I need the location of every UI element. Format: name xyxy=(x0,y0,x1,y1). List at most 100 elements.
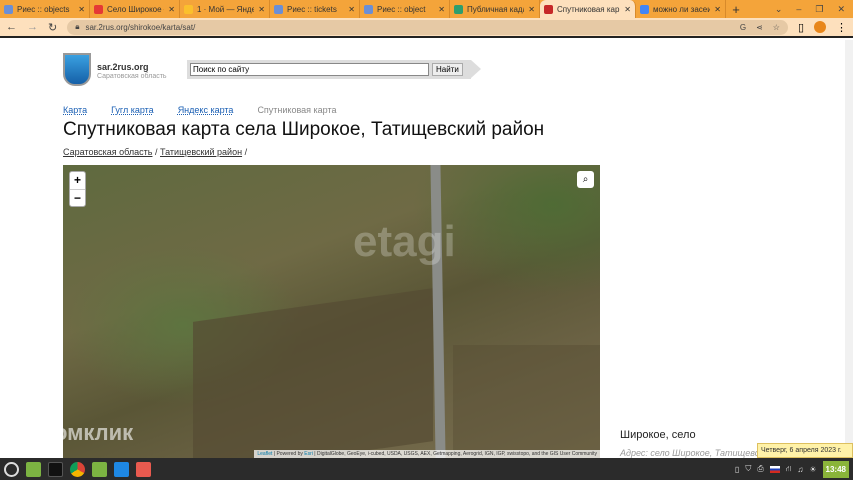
tab-favicon-icon xyxy=(454,4,463,14)
forward-icon[interactable]: → xyxy=(27,21,38,33)
tab-search-icon[interactable]: ⌄ xyxy=(775,4,783,15)
back-icon[interactable]: ← xyxy=(6,21,17,33)
site-name[interactable]: sar.2rus.org xyxy=(97,62,149,72)
browser-tab[interactable]: 1 · Мой — Яндекс ✕ xyxy=(180,0,270,18)
site-region: Саратовская область xyxy=(97,73,167,80)
tab-favicon-icon xyxy=(274,4,283,14)
leaflet-link[interactable]: Leaflet xyxy=(257,451,272,457)
zoom-control: + − xyxy=(69,171,86,207)
tab-title: можно ли засеи xyxy=(653,4,711,14)
breadcrumb-separator: / xyxy=(244,147,248,157)
files-icon[interactable] xyxy=(92,461,107,477)
tab-title: Риес :: tickets xyxy=(287,4,337,14)
image-viewer-icon[interactable] xyxy=(136,461,151,477)
map-field xyxy=(453,345,600,458)
system-tray: ▯ ⛉ ⎙ ⛙ ♫ ☀ 13:48 xyxy=(735,460,849,478)
network-icon[interactable]: ⛙ xyxy=(786,464,792,474)
desktop-icon[interactable] xyxy=(26,461,41,477)
sidebar-icon[interactable]: ▯ xyxy=(798,21,804,34)
scrollbar[interactable] xyxy=(845,40,853,458)
tab-favicon-icon xyxy=(640,4,649,14)
tab-favicon-icon xyxy=(184,4,193,14)
esri-link[interactable]: Esri xyxy=(304,451,313,457)
satellite-map[interactable]: etagi + − ⌕ Leaflet | Powered by Esri | … xyxy=(63,165,600,458)
attribution-text: | DigitalGlobe, GeoEye, i-cubed, USDA, U… xyxy=(312,451,597,457)
document-icon[interactable] xyxy=(114,461,129,477)
tab-map[interactable]: Карта xyxy=(63,105,87,115)
browser-tab[interactable]: можно ли засеи ✕ xyxy=(636,0,726,18)
restore-icon[interactable]: ❐ xyxy=(815,4,823,15)
breadcrumb-district[interactable]: Татищевский район xyxy=(160,147,242,157)
browser-tab[interactable]: Риес :: objects ✕ xyxy=(0,0,90,18)
domclick-watermark: Домклик xyxy=(38,420,134,445)
close-tab-icon[interactable]: ✕ xyxy=(624,5,631,14)
browser-tab[interactable]: Спутниковая кар ✕ xyxy=(540,0,636,18)
browser-tab[interactable]: Риес :: object ✕ xyxy=(360,0,450,18)
window-controls: ⌄ – ❐ ✕ xyxy=(775,4,853,15)
village-address: Адрес: село Широкое, Татищевск xyxy=(620,448,764,458)
terminal-icon[interactable] xyxy=(48,461,63,477)
tab-title: Публичная кадас xyxy=(467,4,524,14)
sound-icon[interactable]: ♫ xyxy=(797,465,803,474)
tab-favicon-icon xyxy=(364,4,373,14)
menu-icon[interactable]: ⋮ xyxy=(836,21,847,34)
site-search: Найти xyxy=(187,60,481,79)
search-input[interactable] xyxy=(190,63,429,76)
tab-yandex-map[interactable]: Яндекс карта xyxy=(178,105,234,115)
close-tab-icon[interactable]: ✕ xyxy=(168,5,175,14)
browser-tab[interactable]: Публичная кадас ✕ xyxy=(450,0,540,18)
tab-favicon-icon xyxy=(4,4,13,14)
close-tab-icon[interactable]: ✕ xyxy=(348,5,355,14)
close-tab-icon[interactable]: ✕ xyxy=(258,5,265,14)
url-input[interactable]: 🔒︎ sar.2rus.org/shirokoe/karta/sat/ G ⋖ ☆ xyxy=(67,19,788,35)
tab-title: Риес :: objects xyxy=(17,4,70,14)
attribution-text: | Powered by xyxy=(272,451,305,457)
share-icon[interactable]: ⋖ xyxy=(756,23,763,32)
zoom-out-button[interactable]: − xyxy=(70,189,85,206)
menu-icon[interactable] xyxy=(4,461,19,477)
search-icon[interactable]: ⌕ xyxy=(577,171,594,188)
chrome-icon[interactable] xyxy=(70,461,85,477)
village-name: Широкое, село xyxy=(620,429,696,441)
browser-tab[interactable]: Село Широкое – ✕ xyxy=(90,0,180,18)
tab-favicon-icon xyxy=(94,4,103,14)
tab-favicon-icon xyxy=(544,4,553,14)
profile-icon[interactable] xyxy=(814,21,826,33)
map-attribution: Leaflet | Powered by Esri | DigitalGlobe… xyxy=(254,450,600,458)
minimize-icon[interactable]: – xyxy=(796,4,801,15)
close-tab-icon[interactable]: ✕ xyxy=(78,5,85,14)
star-icon[interactable]: ☆ xyxy=(773,23,780,32)
tab-title: Спутниковая кар xyxy=(557,4,620,14)
shield-icon[interactable]: ⛉ xyxy=(745,464,751,474)
google-icon[interactable]: G xyxy=(740,23,746,32)
keyboard-layout-icon[interactable] xyxy=(769,465,780,473)
site-logo[interactable] xyxy=(63,53,91,86)
search-button[interactable]: Найти xyxy=(432,63,463,76)
printer-icon[interactable]: ⎙ xyxy=(757,464,763,474)
tab-google-map[interactable]: Гугл карта xyxy=(111,105,154,115)
lock-icon: 🔒︎ xyxy=(75,22,80,31)
url-text: sar.2rus.org/shirokoe/karta/sat/ xyxy=(85,22,196,32)
browser-tab[interactable]: Риес :: tickets ✕ xyxy=(270,0,360,18)
tab-bar: Риес :: objects ✕ Село Широкое – ✕ 1 · Мой —… xyxy=(0,0,853,18)
date-tooltip: Четверг, 6 апреля 2023 г. xyxy=(757,443,853,458)
brightness-icon[interactable]: ☀ xyxy=(809,465,816,474)
clock[interactable]: 13:48 xyxy=(822,460,849,478)
breadcrumb-region[interactable]: Саратовская область xyxy=(63,147,152,157)
close-tab-icon[interactable]: ✕ xyxy=(714,5,721,14)
new-tab-button[interactable]: + xyxy=(726,2,746,17)
reload-icon[interactable]: ↻ xyxy=(48,21,57,34)
close-tab-icon[interactable]: ✕ xyxy=(528,5,535,14)
address-bar: ← → ↻ 🔒︎ sar.2rus.org/shirokoe/karta/sat… xyxy=(0,18,853,38)
clipboard-icon[interactable]: ▯ xyxy=(735,465,739,474)
close-tab-icon[interactable]: ✕ xyxy=(438,5,445,14)
tab-title: 1 · Мой — Яндекс xyxy=(197,4,254,14)
map-tabs: Карта Гугл карта Яндекс карта Спутникова… xyxy=(63,105,337,115)
zoom-in-button[interactable]: + xyxy=(70,172,85,189)
breadcrumb: Саратовская область / Татищевский район … xyxy=(63,147,247,157)
tab-satellite-map: Спутниковая карта xyxy=(257,105,337,115)
page-title: Спутниковая карта села Широкое, Татищевс… xyxy=(63,119,545,140)
close-icon[interactable]: ✕ xyxy=(837,4,845,15)
breadcrumb-separator: / xyxy=(154,147,158,157)
map-watermark: etagi xyxy=(353,217,456,266)
